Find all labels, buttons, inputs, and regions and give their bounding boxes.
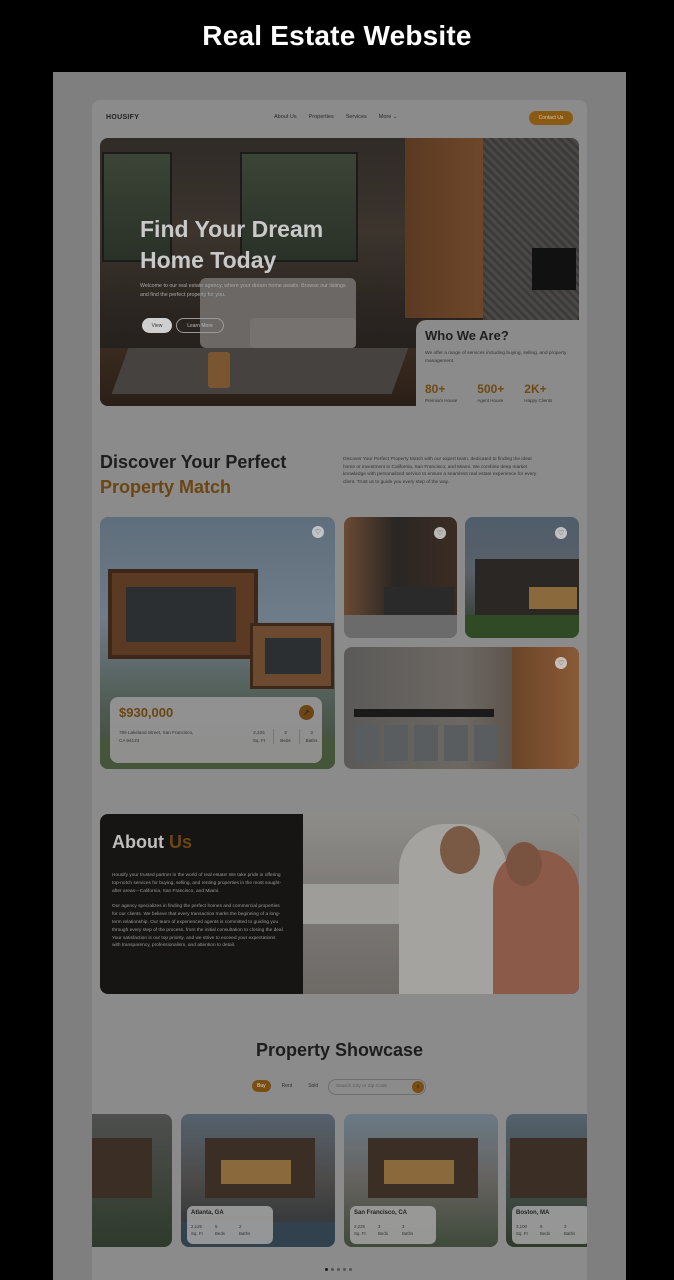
dining-photo-card[interactable]: ♡ [344, 647, 579, 769]
stat-number: 80+ [425, 382, 446, 396]
who-we-are-card: Who We Are? We offer a range of services… [416, 320, 579, 408]
stat-label: Agent House [477, 398, 504, 403]
search-placeholder: Search City or Zip Code [336, 1084, 388, 1089]
stat-label: Premium House [425, 398, 458, 403]
search-input[interactable]: Search City or Zip Code ⌕ [328, 1079, 426, 1095]
website-page: HOUSIFY About Us Properties Services Mor… [92, 100, 587, 1280]
featured-property-card[interactable]: ♡ $930,000 ➚ 789 Lakeland Street, San Fr… [100, 517, 335, 769]
carousel-dot[interactable] [337, 1268, 340, 1271]
carousel-dot[interactable] [325, 1268, 328, 1271]
carousel-dot[interactable] [349, 1268, 352, 1271]
showcase-specs: 2,125 Sq. Ft 5 Beds 2 Baths [191, 1224, 251, 1236]
website-frame: HOUSIFY About Us Properties Services Mor… [53, 72, 626, 1280]
filter-sold[interactable]: Sold [303, 1080, 323, 1092]
dining-table [354, 709, 494, 717]
hero-sofa [250, 318, 356, 348]
showcase-city: Atlanta, GA [191, 1210, 224, 1216]
property-price: $930,000 [119, 705, 174, 720]
stats-row: 80+ Premium House 500+ Agent House 2K+ H… [425, 382, 552, 403]
filter-rent[interactable]: Rent [277, 1080, 298, 1092]
heart-icon[interactable]: ♡ [312, 526, 324, 538]
filter-buy[interactable]: Buy [252, 1080, 271, 1092]
contact-button[interactable]: Contact Us [529, 111, 573, 125]
wood-wall [405, 138, 483, 318]
showcase-card[interactable]: Atlanta, GA 2,125 Sq. Ft 5 Beds 2 Baths [181, 1114, 335, 1247]
showcase-info: Boston, MA 3,100 Sq. Ft 5 Beds 3 Baths [512, 1206, 587, 1244]
heart-icon[interactable]: ♡ [555, 527, 567, 539]
learn-more-button[interactable]: Learn More [176, 318, 224, 333]
nav-about[interactable]: About Us [274, 114, 297, 120]
about-section: About Us Housify your trusted partner in… [100, 814, 579, 994]
modern-house-card[interactable]: ♡ [465, 517, 579, 638]
about-paragraph: Our agency specializes in finding the pe… [112, 904, 284, 949]
discover-description: Discover Your Perfect Property Match wit… [343, 457, 537, 485]
showcase-specs: 3,100 Sq. Ft 5 Beds 3 Baths [516, 1224, 576, 1236]
showcase-city: Boston, MA [516, 1210, 550, 1216]
fireplace [532, 248, 576, 290]
showcase-specs: 2,225 Sq. Ft 3 Beds 3 Baths [354, 1224, 414, 1236]
heart-icon[interactable]: ♡ [555, 657, 567, 669]
discover-title: Discover Your Perfect [100, 452, 287, 472]
showcase-card[interactable] [92, 1114, 172, 1247]
screen-header: Real Estate Website [0, 0, 674, 72]
stat-clients: 2K+ Happy Clients [524, 382, 552, 403]
hero-stool [208, 352, 230, 388]
showcase-filters: Buy Rent Sold [252, 1080, 323, 1092]
about-text: Housify your trusted partner in the worl… [112, 872, 284, 950]
spec-sqft: 2,225 Sq. Ft [252, 730, 266, 743]
kitchen-photo-card[interactable]: ♡ [344, 517, 457, 638]
showcase-title: Property Showcase [255, 1040, 424, 1060]
property-specs: 2,225 Sq. Ft 3 Beds 3 Baths [247, 729, 323, 744]
carousel-dots [325, 1268, 352, 1271]
wood-panel [512, 647, 579, 769]
nav-properties[interactable]: Properties [309, 114, 334, 120]
nav-services[interactable]: Services [346, 114, 367, 120]
stat-number: 2K+ [524, 382, 547, 396]
showcase-info: Atlanta, GA 2,125 Sq. Ft 5 Beds 2 Baths [187, 1206, 273, 1244]
screen-title: Real Estate Website [202, 20, 472, 51]
stat-agent: 500+ Agent House [477, 382, 504, 403]
spec-baths: 3 Baths [299, 729, 323, 744]
hero-subtitle: Welcome to our real estate agency, where… [140, 283, 346, 298]
house-photo [108, 569, 258, 659]
dining-chairs [354, 725, 504, 761]
hero-rug [111, 348, 409, 394]
stat-label: Happy Clients [524, 398, 553, 403]
stat-premium: 80+ Premium House [425, 382, 457, 403]
nav-more[interactable]: More ⌄ [379, 114, 398, 120]
showcase-card[interactable]: San Francisco, CA 2,225 Sq. Ft 3 Beds 3 Bat… [344, 1114, 498, 1247]
hero-title-line: Home Today [140, 247, 277, 273]
showcase-card[interactable]: Boston, MA 3,100 Sq. Ft 5 Beds 3 Baths [506, 1114, 587, 1247]
stone-wall [483, 138, 579, 323]
carousel-dot[interactable] [331, 1268, 334, 1271]
logo[interactable]: HOUSIFY [106, 114, 139, 121]
heart-icon[interactable]: ♡ [434, 527, 446, 539]
discover-title-accent: Property Match [100, 477, 232, 497]
search-icon[interactable]: ⌕ [412, 1081, 424, 1093]
house-light [529, 587, 577, 609]
top-nav: HOUSIFY About Us Properties Services Mor… [92, 100, 587, 138]
about-title: About Us [112, 832, 192, 852]
nav-links: About Us Properties Services More ⌄ [274, 114, 397, 120]
lawn [465, 615, 579, 638]
who-title: Who We Are? [425, 328, 509, 343]
who-text: We offer a range of services including b… [425, 351, 567, 364]
hero-title: Find Your Dream Home Today [140, 214, 323, 276]
kitchen-floor [344, 615, 457, 638]
agents-photo [303, 814, 579, 994]
arrow-icon[interactable]: ➚ [299, 705, 314, 720]
view-button[interactable]: View [142, 318, 172, 333]
hero-title-line: Find Your Dream [140, 216, 324, 242]
showcase-info: San Francisco, CA 2,225 Sq. Ft 3 Beds 3 Bat… [350, 1206, 436, 1244]
property-address: 789 Lakeland Street, San Francisco, CA 9… [119, 730, 194, 743]
house-photo [250, 623, 334, 689]
stat-number: 500+ [477, 382, 505, 396]
spec-beds: 3 Beds [273, 729, 297, 744]
carousel-dot[interactable] [343, 1268, 346, 1271]
price-card: $930,000 ➚ 789 Lakeland Street, San Fran… [110, 697, 322, 763]
about-paragraph: Housify your trusted partner in the worl… [112, 873, 282, 894]
showcase-city: San Francisco, CA [354, 1210, 408, 1216]
